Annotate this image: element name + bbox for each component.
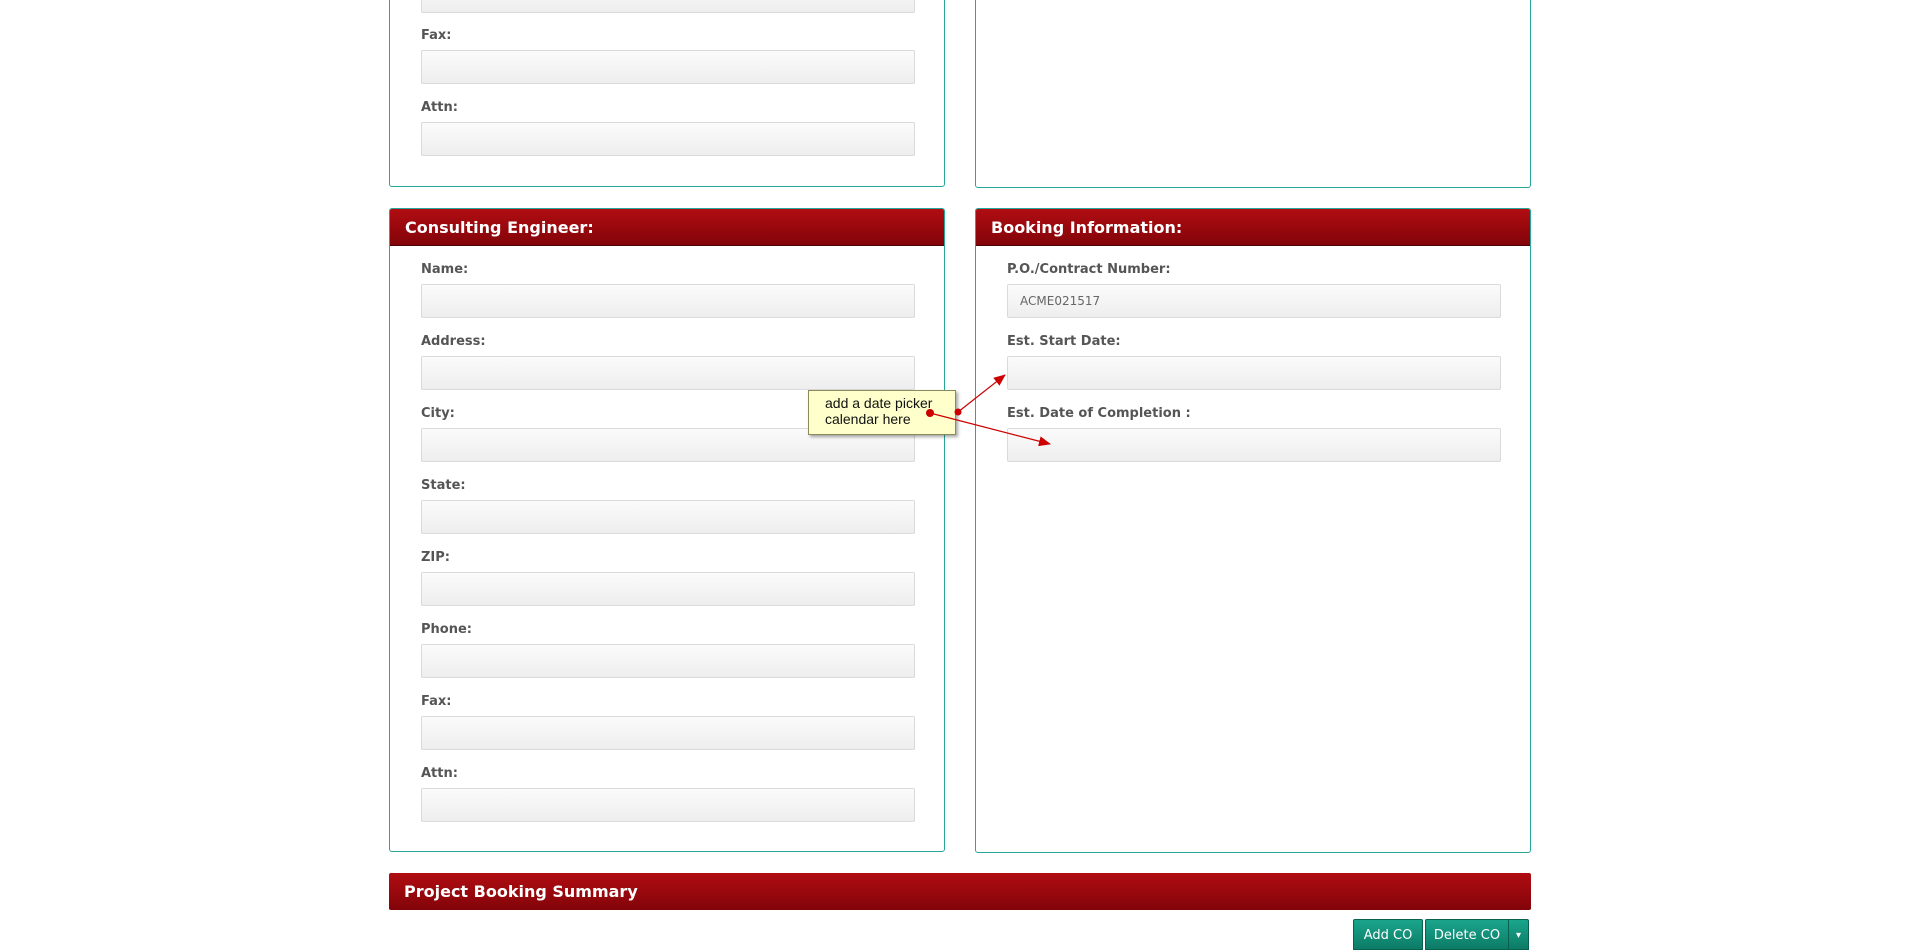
ce-zip-label: ZIP:: [421, 550, 450, 565]
booking-information-header: Booking Information:: [976, 209, 1530, 246]
annotation-line-2: calendar here: [825, 411, 911, 427]
ce-city-label: City:: [421, 406, 455, 421]
consulting-engineer-header: Consulting Engineer:: [390, 209, 944, 246]
po-contract-number-input[interactable]: ACME021517: [1007, 284, 1501, 318]
booking-information-panel: Booking Information: P.O./Contract Numbe…: [975, 208, 1531, 853]
ce-address-label: Address:: [421, 334, 486, 349]
add-co-label: Add CO: [1363, 928, 1413, 943]
est-start-date-label: Est. Start Date:: [1007, 334, 1121, 349]
annotation-arrows: [926, 374, 1051, 447]
ce-name-input[interactable]: [421, 284, 915, 318]
est-completion-date-label: Est. Date of Completion :: [1007, 406, 1191, 421]
consulting-engineer-panel: Consulting Engineer: Name: Address: City…: [389, 208, 945, 852]
ce-attn-input[interactable]: [421, 788, 915, 822]
ce-zip-input[interactable]: [421, 572, 915, 606]
attn-input[interactable]: [421, 122, 915, 156]
partial-top-input[interactable]: [421, 0, 915, 13]
annotation-line-1: add a date picker: [825, 395, 933, 411]
ce-state-label: State:: [421, 478, 466, 493]
ce-name-label: Name:: [421, 262, 469, 277]
delete-co-button[interactable]: Delete CO ▾: [1425, 919, 1529, 950]
po-contract-number-label: P.O./Contract Number:: [1007, 262, 1171, 277]
ce-fax-label: Fax:: [421, 694, 452, 709]
dropdown-caret-icon[interactable]: ▾: [1508, 920, 1528, 949]
ce-fax-input[interactable]: [421, 716, 915, 750]
ce-phone-label: Phone:: [421, 622, 472, 637]
right-panel-partial: [975, 0, 1531, 188]
fax-input[interactable]: [421, 50, 915, 84]
add-co-button[interactable]: Add CO: [1353, 919, 1423, 950]
annotation-sticky-note: add a date picker calendar here: [808, 390, 956, 435]
ce-state-input[interactable]: [421, 500, 915, 534]
ce-address-input[interactable]: [421, 356, 915, 390]
est-completion-date-input[interactable]: [1007, 428, 1501, 462]
delete-co-label: Delete CO: [1433, 928, 1501, 943]
project-booking-summary-header: Project Booking Summary: [389, 873, 1531, 910]
attn-label: Attn:: [421, 100, 458, 115]
ce-phone-input[interactable]: [421, 644, 915, 678]
est-start-date-input[interactable]: [1007, 356, 1501, 390]
ce-attn-label: Attn:: [421, 766, 458, 781]
fax-label: Fax:: [421, 28, 452, 43]
vendor-panel-partial: Fax: Attn:: [389, 0, 945, 187]
